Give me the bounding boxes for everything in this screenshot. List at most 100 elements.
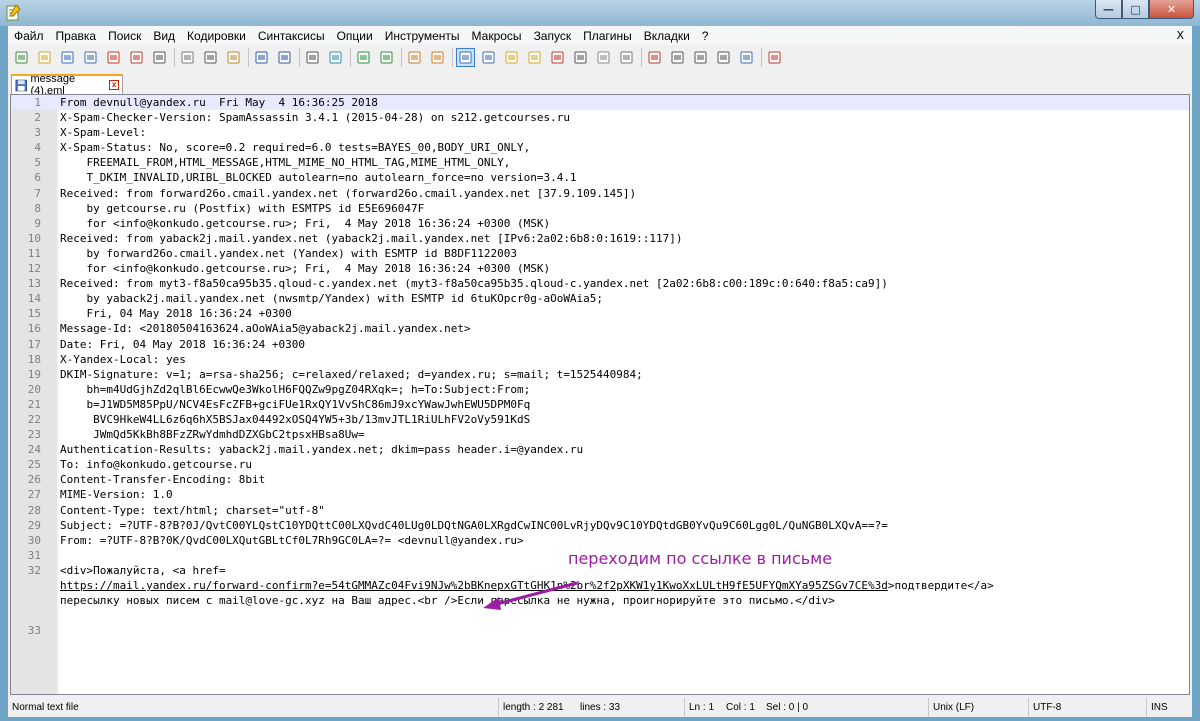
show-all-chars-button[interactable]: [479, 48, 498, 67]
line-number: 10: [27, 231, 41, 245]
open-file-button[interactable]: [35, 48, 54, 67]
find-button[interactable]: [303, 48, 322, 67]
undo-icon: [255, 51, 268, 64]
indent-guide-button[interactable]: [502, 48, 521, 67]
close-all-button[interactable]: [127, 48, 146, 67]
copy-button[interactable]: [201, 48, 220, 67]
function-list-icon: [574, 51, 587, 64]
paste-button[interactable]: [224, 48, 243, 67]
paste-icon: [227, 51, 240, 64]
close-window-button[interactable]: ✕: [1149, 0, 1194, 19]
line-text: MIME-Version: 1.0: [60, 488, 173, 502]
code-line: 8 by getcourse.ru (Postfix) with ESMTPS …: [11, 201, 1189, 216]
code-line: 23 JWmQd5KkBh8BFzZRwYdmhdDZXGbC2tpsxHBsa…: [11, 427, 1189, 442]
status-bar: Normal text file length : 2 281 lines : …: [8, 698, 1192, 717]
save-all-button[interactable]: [81, 48, 100, 67]
function-list-button[interactable]: [571, 48, 590, 67]
line-number: 3: [34, 126, 41, 140]
line-number: 27: [27, 488, 41, 502]
minimize-button[interactable]: —: [1095, 0, 1122, 19]
word-wrap-button[interactable]: [456, 48, 475, 67]
word-wrap-icon: [459, 51, 472, 64]
line-text: Message-Id: <20180504163624.aOoWAia5@yab…: [60, 322, 471, 336]
zoom-in-button[interactable]: [354, 48, 373, 67]
zoom-out-icon: [380, 51, 393, 64]
annotation-text: переходим по ссылке в письме: [568, 549, 833, 568]
monitoring-button[interactable]: [617, 48, 636, 67]
line-number: 17: [27, 337, 41, 351]
spell-check-icon: [768, 51, 781, 64]
status-encoding: UTF-8: [1028, 698, 1061, 717]
zoom-in-icon: [357, 51, 370, 64]
new-file-button[interactable]: [12, 48, 31, 67]
menu-item[interactable]: Поиск: [102, 29, 147, 43]
line-text: Subject: =?UTF-8?B?0J/QvtC00YLQstC10YDQt…: [60, 518, 888, 532]
play-macro-button[interactable]: [691, 48, 710, 67]
link-tail-text: >подтвердите</a>: [887, 579, 994, 592]
menu-item[interactable]: Вид: [147, 29, 181, 43]
menu-item[interactable]: Правка: [50, 29, 103, 43]
play-macro-multiple-button[interactable]: [714, 48, 733, 67]
user-defined-lang-button[interactable]: [525, 48, 544, 67]
redo-button[interactable]: [275, 48, 294, 67]
cut-button[interactable]: [178, 48, 197, 67]
save-button[interactable]: [58, 48, 77, 67]
menu-item[interactable]: Инструменты: [379, 29, 466, 43]
line-number: 5: [34, 156, 41, 170]
menu-item[interactable]: Кодировки: [181, 29, 252, 43]
line-text: for <info@konkudo.getcourse.ru>; Fri, 4 …: [60, 216, 551, 230]
line-text: b=J1WD5M85PpU/NCV4EsFcZFB+gciFUe1RxQY1Vv…: [60, 397, 531, 411]
toolbar-separator: [761, 48, 762, 67]
line-number: 18: [27, 352, 41, 366]
line-text: by forward26o.cmail.yandex.net (Yandex) …: [60, 246, 517, 260]
sync-vertical-button[interactable]: [405, 48, 424, 67]
code-line: 10 Received: from yaback2j.mail.yandex.ne…: [11, 231, 1189, 246]
maximize-button[interactable]: □: [1122, 0, 1149, 19]
zoom-out-button[interactable]: [377, 48, 396, 67]
close-document-menu-button[interactable]: X: [1176, 29, 1192, 42]
menu-item[interactable]: ?: [696, 29, 715, 43]
code-line: 28 Content-Type: text/html; charset="utf-…: [11, 503, 1189, 518]
line-text: X-Yandex-Local: yes: [60, 352, 186, 366]
close-button[interactable]: [104, 48, 123, 67]
undo-button[interactable]: [252, 48, 271, 67]
text-editor[interactable]: 1 From devnull@yandex.ru Fri May 4 16:36:…: [10, 94, 1190, 695]
line-number: 22: [27, 412, 41, 426]
code-line: 17 Date: Fri, 04 May 2018 16:36:24 +0300: [11, 337, 1189, 352]
document-tab[interactable]: message (4).eml x: [11, 73, 123, 97]
menu-item[interactable]: Файл: [8, 29, 50, 43]
find-icon: [306, 51, 319, 64]
toolbar-separator: [452, 48, 453, 67]
sync-horizontal-button[interactable]: [428, 48, 447, 67]
menu-item[interactable]: Синтаксисы: [252, 29, 331, 43]
print-icon: [153, 51, 166, 64]
doc-map-icon: [551, 51, 564, 64]
line-text: bh=m4UdGjhZd2qlBl6EcwwQe3WkolH6FQQZw9pgZ…: [60, 382, 531, 396]
menu-item[interactable]: Опции: [331, 29, 379, 43]
tab-close-icon[interactable]: x: [109, 80, 119, 90]
replace-button[interactable]: [326, 48, 345, 67]
record-macro-button[interactable]: [645, 48, 664, 67]
stop-record-button[interactable]: [668, 48, 687, 67]
code-line: 16 Message-Id: <20180504163624.aOoWAia5@y…: [11, 321, 1189, 336]
menu-item[interactable]: Вкладки: [638, 29, 696, 43]
code-line: 5 FREEMAIL_FROM,HTML_MESSAGE,HTML_MIME_N…: [11, 155, 1189, 170]
new-file-icon: [15, 51, 28, 64]
status-eol[interactable]: Unix (LF): [928, 698, 974, 717]
doc-map-button[interactable]: [548, 48, 567, 67]
sync-vertical-icon: [408, 51, 421, 64]
indent-guide-icon: [505, 51, 518, 64]
menu-item[interactable]: Макросы: [466, 29, 528, 43]
forward-confirm-link[interactable]: https://mail.yandex.ru/forward-confirm?e…: [60, 579, 888, 592]
menu-item[interactable]: Плагины: [577, 29, 638, 43]
print-button[interactable]: [150, 48, 169, 67]
code-line: 33: [11, 623, 1189, 638]
spell-check-button[interactable]: [765, 48, 784, 67]
line-number: 14: [27, 292, 41, 306]
save-macro-button[interactable]: [737, 48, 756, 67]
folder-as-workspace-button[interactable]: [594, 48, 613, 67]
copy-icon: [204, 51, 217, 64]
line-text: Received: from forward26o.cmail.yandex.n…: [60, 186, 637, 200]
code-line: 27 MIME-Version: 1.0: [11, 487, 1189, 502]
menu-item[interactable]: Запуск: [528, 29, 578, 43]
